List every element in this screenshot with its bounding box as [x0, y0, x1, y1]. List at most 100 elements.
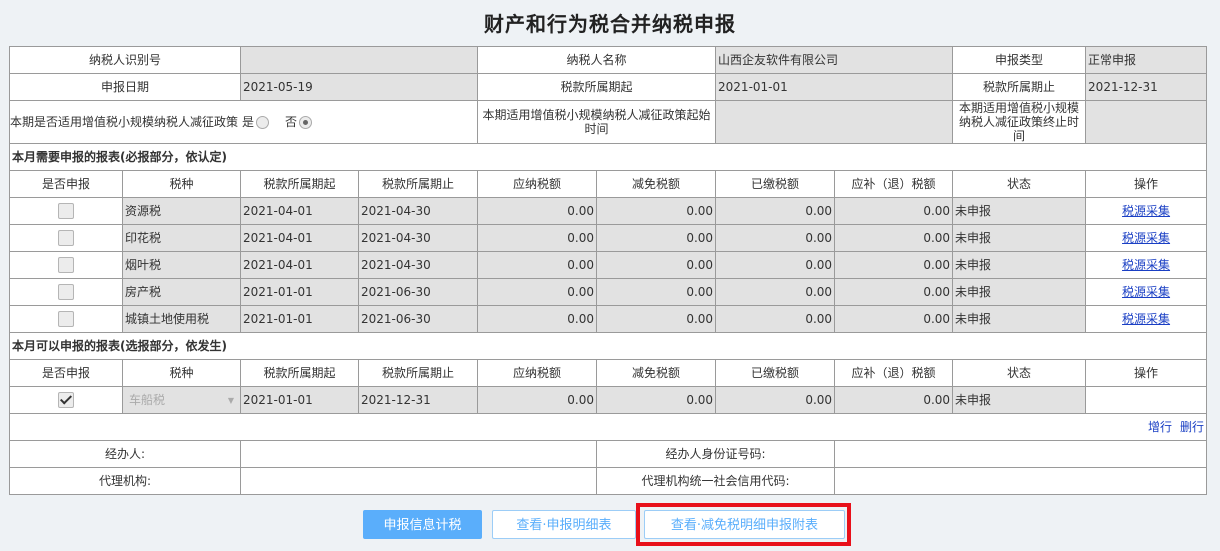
column-header: 减免税额: [596, 359, 717, 387]
tax-due: 0.00: [477, 386, 598, 414]
tax-due: 0.00: [477, 224, 598, 252]
status: 未申报: [952, 251, 1087, 279]
period-end: 2021-12-31: [358, 386, 479, 414]
delete-row-link[interactable]: 删行: [1180, 420, 1204, 434]
tax-source-link[interactable]: 税源采集: [1122, 204, 1170, 218]
agent-id-input[interactable]: [834, 440, 1208, 468]
table-row: 资源税 2021-04-01 2021-04-30 0.00 0.00 0.00 0.00 未…: [9, 197, 1208, 225]
tax-relief: 0.00: [596, 224, 717, 252]
tax-paid: 0.00: [715, 386, 836, 414]
period-end: 2021-06-30: [358, 278, 479, 306]
period-end: 2021-04-30: [358, 251, 479, 279]
period-end-value: 2021-12-31: [1085, 73, 1208, 101]
agent-input[interactable]: [240, 440, 598, 468]
action-cell: 税源采集: [1085, 197, 1208, 225]
declare-date-value: 2021-05-19: [240, 73, 479, 101]
section-title: 本月可以申报的报表(选报部分，依发生): [8, 332, 1208, 360]
declare-checkbox[interactable]: [58, 392, 74, 408]
action-cell: [1085, 386, 1208, 414]
column-header: 已缴税额: [715, 170, 836, 198]
tax-paid: 0.00: [715, 251, 836, 279]
tax-relief: 0.00: [596, 386, 717, 414]
column-header: 是否申报: [9, 170, 123, 198]
chevron-down-icon: ▼: [227, 396, 235, 405]
tax-type: 资源税: [121, 197, 242, 225]
action-cell: 税源采集: [1085, 305, 1208, 333]
column-header: 税款所属期起: [240, 359, 360, 387]
column-header: 应纳税额: [477, 359, 598, 387]
tax-type-select[interactable]: 车船税 ▼: [121, 386, 242, 414]
column-header: 已缴税额: [715, 359, 836, 387]
section-header-row: 本月可以申报的报表(选报部分，依发生): [8, 332, 1208, 360]
column-header: 税种: [121, 170, 242, 198]
policy-no-radio[interactable]: [299, 116, 313, 129]
tax-due: 0.00: [477, 305, 598, 333]
column-header: 税种: [121, 359, 242, 387]
tax-diff: 0.00: [834, 305, 954, 333]
tax-paid: 0.00: [715, 278, 836, 306]
row-actions: 增行 删行: [8, 413, 1208, 441]
policy-start-value: [715, 100, 954, 144]
table-row: 车船税 ▼ 2021-01-01 2021-12-31 0.00 0.00 0.00 0.00…: [9, 386, 1208, 414]
required-column-header-row: 是否申报 税种 税款所属期起 税款所属期止 应纳税额 减免税额 已缴税额 应补（退）税额 状态操…: [9, 170, 1208, 198]
calc-tax-button[interactable]: 申报信息计税: [363, 510, 482, 539]
declare-checkbox[interactable]: [58, 311, 74, 327]
highlight-box: [636, 503, 851, 546]
period-end: 2021-04-30: [358, 224, 479, 252]
section-header-row: 本月需要申报的报表(必报部分，依认定): [8, 143, 1208, 171]
tax-source-link[interactable]: 税源采集: [1122, 231, 1170, 245]
column-header: 税款所属期起: [240, 170, 360, 198]
period-end-label: 税款所属期止: [952, 73, 1087, 101]
tax-source-link[interactable]: 税源采集: [1122, 258, 1170, 272]
policy-yes-radio[interactable]: [256, 116, 270, 129]
section-title: 本月需要申报的报表(必报部分，依认定): [8, 143, 1208, 171]
action-cell: 税源采集: [1085, 278, 1208, 306]
declare-checkbox[interactable]: [58, 203, 74, 219]
agency-code-label: 代理机构统一社会信用代码:: [596, 467, 836, 495]
column-header: 状态: [952, 359, 1087, 387]
add-row-link[interactable]: 增行: [1148, 420, 1172, 434]
status: 未申报: [952, 278, 1087, 306]
policy-end-value: [1085, 100, 1208, 144]
tax-source-link[interactable]: 税源采集: [1122, 312, 1170, 326]
declare-type-value: 正常申报: [1085, 46, 1208, 74]
declare-checkbox[interactable]: [58, 230, 74, 246]
policy-cell: 本期是否适用增值税小规模纳税人减征政策是 否: [8, 100, 479, 144]
tax-type-value: 车船税: [129, 393, 166, 407]
agency-input[interactable]: [240, 467, 598, 495]
footer-row: 代理机构: 代理机构统一社会信用代码:: [8, 467, 1208, 495]
declare-checkbox[interactable]: [58, 257, 74, 273]
page-title: 财产和行为税合并纳税申报: [484, 12, 736, 36]
tax-type: 房产税: [121, 278, 242, 306]
agency-label: 代理机构:: [8, 467, 242, 495]
table-row: 印花税 2021-04-01 2021-04-30 0.00 0.00 0.00 0.00 未…: [9, 224, 1208, 252]
table-row: 房产税 2021-01-01 2021-06-30 0.00 0.00 0.00 0.00 未…: [9, 278, 1208, 306]
declare-checkbox[interactable]: [58, 284, 74, 300]
declare-checkbox-cell: [9, 305, 123, 333]
agent-id-label: 经办人身份证号码:: [596, 440, 836, 468]
period-end: 2021-06-30: [358, 305, 479, 333]
view-detail-button[interactable]: 查看·申报明细表: [492, 510, 636, 539]
period-start: 2021-04-01: [240, 251, 360, 279]
period-start: 2021-01-01: [240, 305, 360, 333]
column-header: 应补（退）税额: [834, 170, 954, 198]
tax-type: 印花税: [121, 224, 242, 252]
footer-row: 经办人: 经办人身份证号码:: [8, 440, 1208, 468]
tax-diff: 0.00: [834, 251, 954, 279]
tax-source-link[interactable]: 税源采集: [1122, 285, 1170, 299]
declare-checkbox-cell: [9, 278, 123, 306]
agent-label: 经办人:: [8, 440, 242, 468]
optional-column-header-row: 是否申报 税种 税款所属期起 税款所属期止 应纳税额 减免税额 已缴税额 应补（退）税额 状态操…: [9, 359, 1208, 387]
action-cell: 税源采集: [1085, 251, 1208, 279]
taxpayer-id-label: 纳税人识别号: [8, 46, 242, 74]
taxpayer-name-label: 纳税人名称: [477, 46, 717, 74]
column-header: 操作: [1085, 170, 1208, 198]
column-header: 减免税额: [596, 170, 717, 198]
agency-code-input[interactable]: [834, 467, 1208, 495]
period-start: 2021-01-01: [240, 278, 360, 306]
column-header: 税款所属期止: [358, 170, 479, 198]
period-start-label: 税款所属期起: [477, 73, 717, 101]
status: 未申报: [952, 305, 1087, 333]
declare-checkbox-cell: [9, 251, 123, 279]
taxpayer-id-value: [240, 46, 479, 74]
